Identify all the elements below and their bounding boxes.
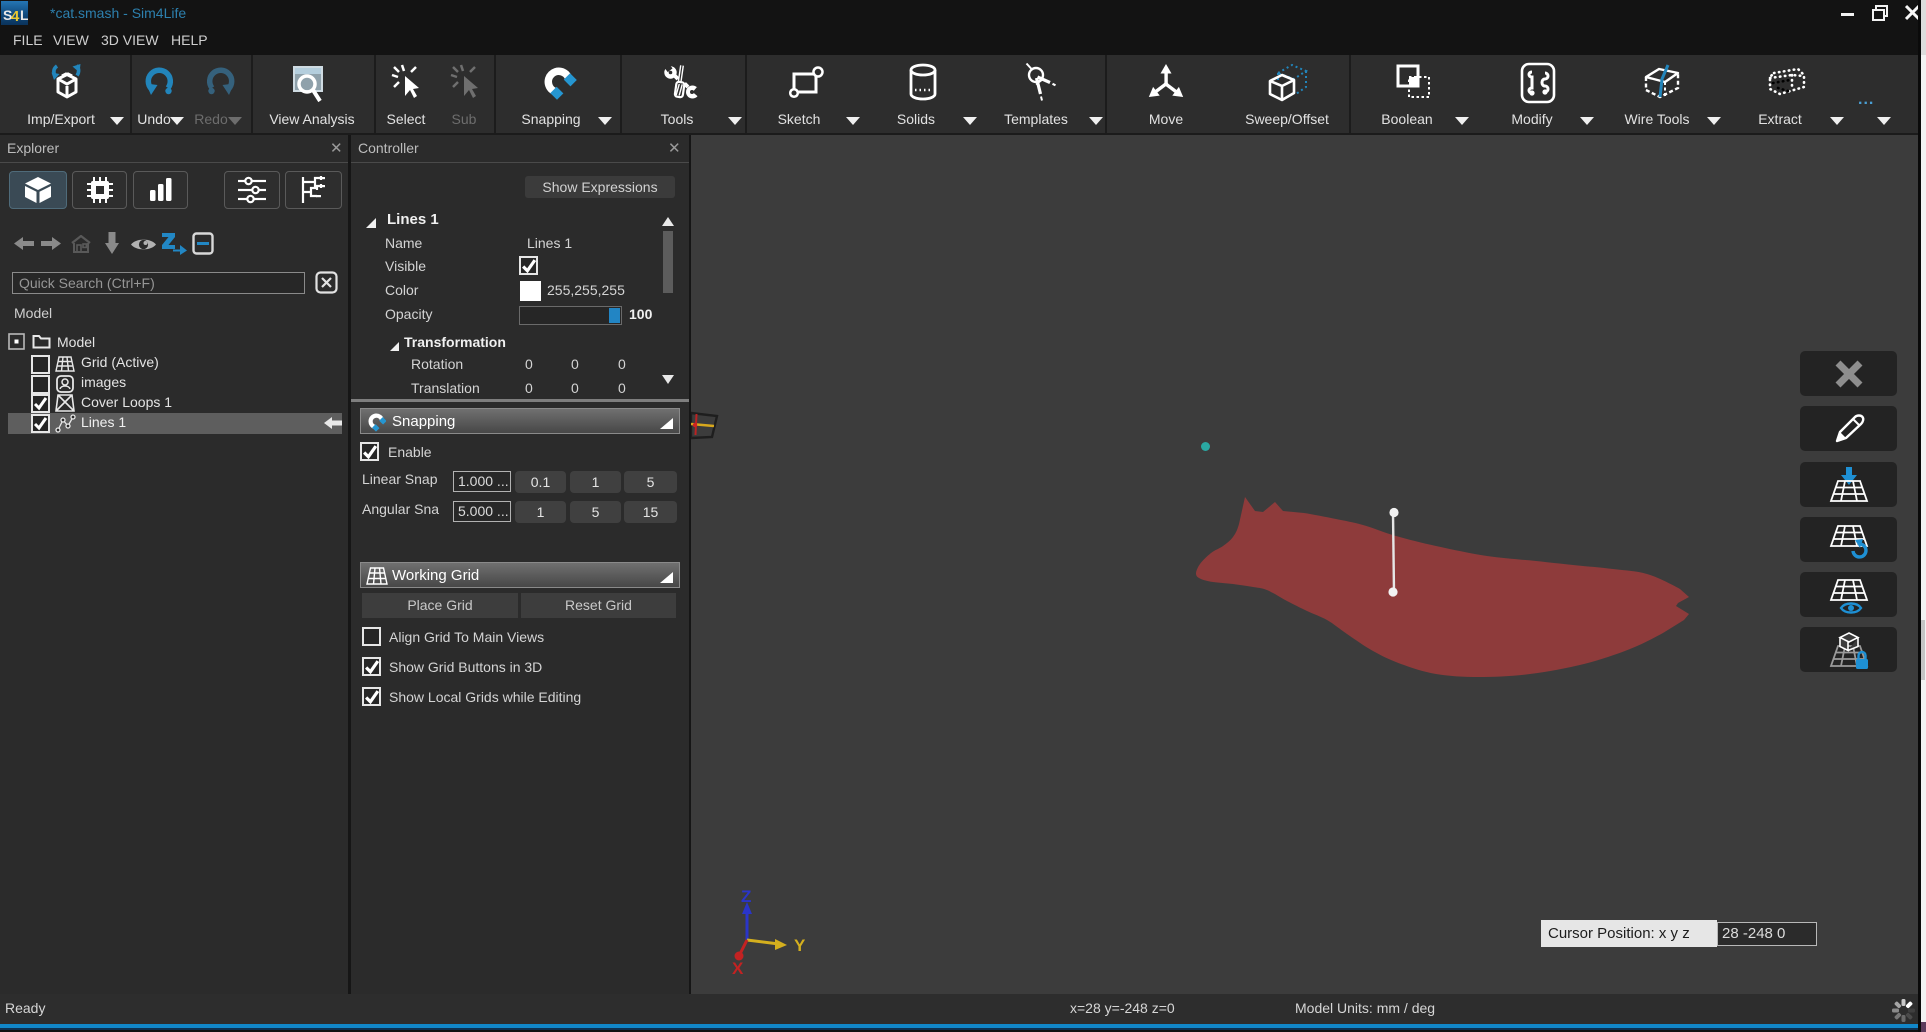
svg-text:L: L bbox=[20, 7, 28, 23]
svg-text:Y: Y bbox=[794, 936, 806, 955]
svg-text:4: 4 bbox=[11, 8, 20, 25]
svg-text:X: X bbox=[732, 959, 744, 978]
svg-text:Z: Z bbox=[741, 887, 751, 906]
